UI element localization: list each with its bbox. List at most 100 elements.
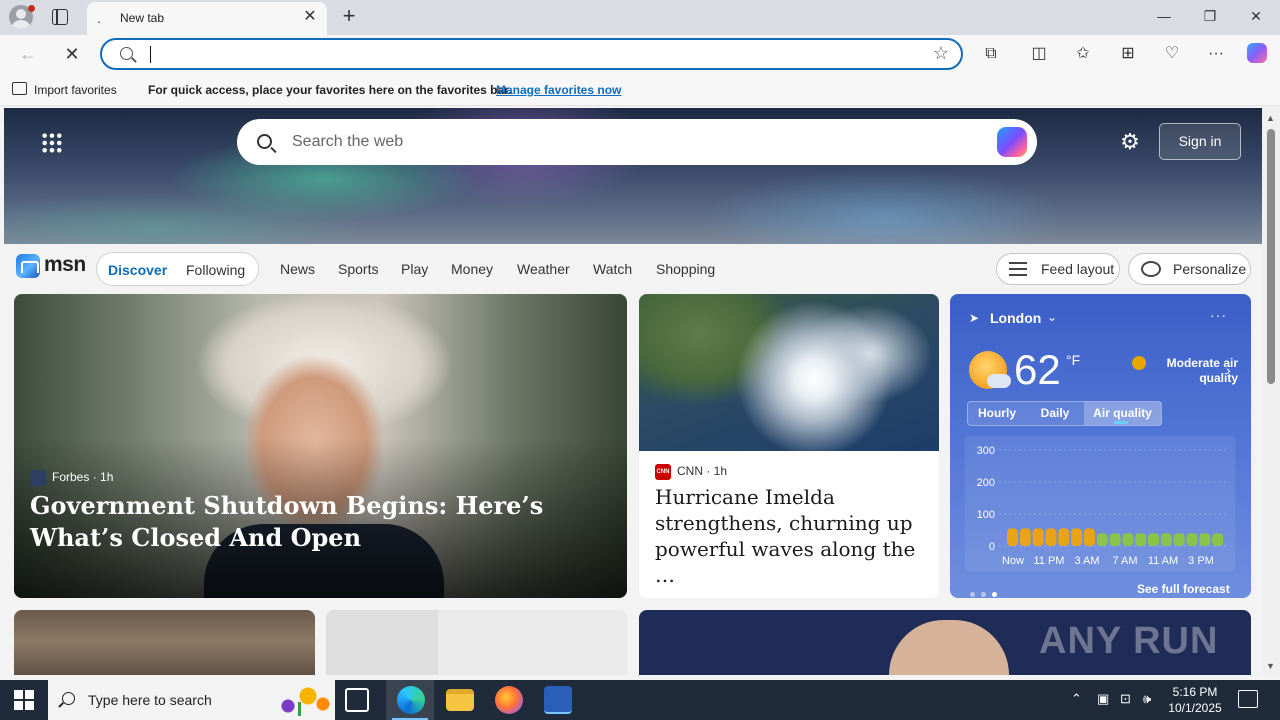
nav-play[interactable]: Play (401, 261, 428, 277)
scroll-up-icon[interactable]: ▲ (1266, 113, 1275, 123)
tab-following[interactable]: Following (186, 262, 245, 278)
nav-watch[interactable]: Watch (593, 261, 632, 277)
scrollbar-thumb[interactable] (1267, 129, 1275, 384)
chart-bar[interactable] (1007, 528, 1018, 546)
manage-favorites-link[interactable]: Manage favorites now (496, 83, 621, 97)
import-favorites-button[interactable]: Import favorites (34, 83, 117, 97)
chart-bar[interactable] (1148, 533, 1160, 546)
nav-news[interactable]: News (280, 261, 315, 277)
more-options-icon[interactable]: ··· (1210, 307, 1227, 323)
tab-discover[interactable]: Discover (108, 262, 167, 278)
nav-sports[interactable]: Sports (338, 261, 378, 277)
source-time: 1h (100, 470, 114, 485)
import-icon[interactable] (12, 82, 27, 95)
browser-essentials-icon[interactable]: ♡ (1161, 43, 1183, 65)
tab-actions-icon[interactable] (52, 9, 68, 25)
weather-city[interactable]: London (990, 310, 1041, 326)
minimize-button[interactable]: — (1151, 5, 1177, 27)
copilot-icon[interactable] (997, 127, 1027, 157)
settings-gear-icon[interactable]: ⚙ (1118, 130, 1142, 154)
app-launcher-icon[interactable] (41, 132, 63, 154)
chart-bar[interactable] (1109, 533, 1121, 546)
news-card-loading[interactable] (326, 610, 627, 675)
favorites-icon[interactable]: ✩ (1072, 43, 1094, 65)
system-clock[interactable]: 5:16 PM 10/1/2025 (1167, 684, 1223, 716)
favorite-star-icon[interactable]: ☆ (933, 43, 949, 64)
device-icon[interactable]: ▣ (1097, 691, 1109, 707)
taskbar-search-placeholder[interactable]: Type here to search (88, 692, 212, 708)
copilot-icon[interactable] (1247, 43, 1269, 65)
volume-icon[interactable]: 🕪 (1143, 691, 1151, 707)
page-scrollbar[interactable]: ▲ ▼ (1262, 107, 1280, 675)
collections-icon[interactable]: ⊞ (1117, 43, 1139, 65)
top-story-card[interactable]: Forbes · 1h Government Shutdown Begins: … (14, 294, 627, 598)
hero-background: Search the web ⚙ Sign in (4, 108, 1262, 244)
news-card-video[interactable]: ANY RUN (639, 610, 1251, 675)
chart-y-tick-label: 100 (977, 509, 995, 521)
nav-money[interactable]: Money (451, 261, 493, 277)
more-icon[interactable]: ··· (1205, 43, 1227, 65)
tab-favicon-icon: . (97, 10, 101, 26)
windows-start-icon[interactable] (14, 690, 34, 710)
story-headline[interactable]: Government Shutdown Begins: Here’s What’… (30, 490, 615, 554)
tab-close-icon[interactable]: ✕ (301, 8, 319, 26)
tab-daily[interactable]: Daily (1026, 402, 1084, 425)
extensions-icon[interactable]: ⧉ (980, 43, 1002, 65)
network-icon[interactable]: ⊡ (1120, 691, 1131, 707)
chart-bar[interactable] (1135, 533, 1147, 546)
taskbar-search[interactable]: Type here to search (48, 680, 335, 720)
clock-date: 10/1/2025 (1168, 701, 1222, 715)
file-explorer-icon[interactable] (446, 689, 474, 711)
chart-bar[interactable] (1058, 528, 1070, 546)
chart-bar[interactable] (1160, 533, 1172, 546)
news-card[interactable]: CNN CNN · 1h Hurricane Imelda strengthens… (639, 294, 939, 598)
nav-weather[interactable]: Weather (517, 261, 570, 277)
task-view-icon[interactable] (345, 688, 369, 712)
firefox-icon[interactable] (495, 686, 523, 714)
close-window-button[interactable]: ✕ (1243, 5, 1269, 27)
chart-bar[interactable] (1032, 528, 1044, 546)
temperature-unit[interactable]: °F (1066, 352, 1080, 368)
powershell-icon[interactable] (544, 686, 572, 714)
split-screen-icon[interactable]: ◫ (1028, 43, 1050, 65)
chart-bar[interactable] (1019, 528, 1031, 546)
chart-bar[interactable] (1045, 528, 1057, 546)
nav-shopping[interactable]: Shopping (656, 261, 715, 277)
notification-center-icon[interactable] (1238, 690, 1258, 708)
see-full-forecast-link[interactable]: See full forecast (1137, 582, 1230, 596)
show-hidden-icons-icon[interactable]: ⌃ (1071, 691, 1082, 707)
tab-air-quality[interactable]: Air quality (1084, 402, 1161, 425)
web-search-placeholder[interactable]: Search the web (292, 133, 403, 151)
chart-bar[interactable] (1122, 533, 1134, 546)
sign-in-button[interactable]: Sign in (1159, 123, 1241, 160)
chart-bar[interactable] (1199, 533, 1211, 546)
msn-logo-icon (16, 254, 40, 278)
image-placeholder (326, 610, 438, 675)
chart-bar[interactable] (1186, 533, 1198, 546)
scroll-down-icon[interactable]: ▼ (1266, 661, 1275, 671)
web-search-box[interactable]: Search the web (237, 119, 1037, 165)
chart-bar[interactable] (1071, 528, 1083, 546)
air-quality-label[interactable]: Moderate air quality (1148, 356, 1238, 386)
address-bar[interactable]: ☆ (100, 38, 963, 70)
tab-new-tab[interactable]: . New tab ✕ (87, 2, 327, 35)
restore-button[interactable]: ❐ (1197, 5, 1223, 27)
stop-icon[interactable]: ✕ (61, 43, 83, 65)
personalize-button[interactable]: Personalize (1128, 253, 1251, 285)
chart-bar[interactable] (1096, 533, 1108, 546)
address-input[interactable] (152, 44, 892, 66)
carousel-dots[interactable] (970, 586, 1003, 598)
feed-layout-button[interactable]: Feed layout (996, 253, 1120, 285)
tab-hourly[interactable]: Hourly (968, 402, 1026, 425)
notification-dot (28, 5, 35, 12)
chart-bar[interactable] (1173, 533, 1185, 546)
chart-y-tick-label: 300 (977, 445, 995, 457)
news-card-image[interactable] (14, 610, 315, 675)
back-icon[interactable]: ← (17, 43, 39, 65)
story-headline[interactable]: Hurricane Imelda strengthens, churning u… (655, 484, 927, 588)
chevron-right-icon[interactable]: › (1226, 362, 1231, 378)
chart-bar[interactable] (1212, 533, 1224, 546)
new-tab-button[interactable]: + (338, 5, 360, 27)
chevron-down-icon[interactable]: ⌄ (1047, 310, 1057, 324)
chart-bar[interactable] (1083, 528, 1095, 546)
